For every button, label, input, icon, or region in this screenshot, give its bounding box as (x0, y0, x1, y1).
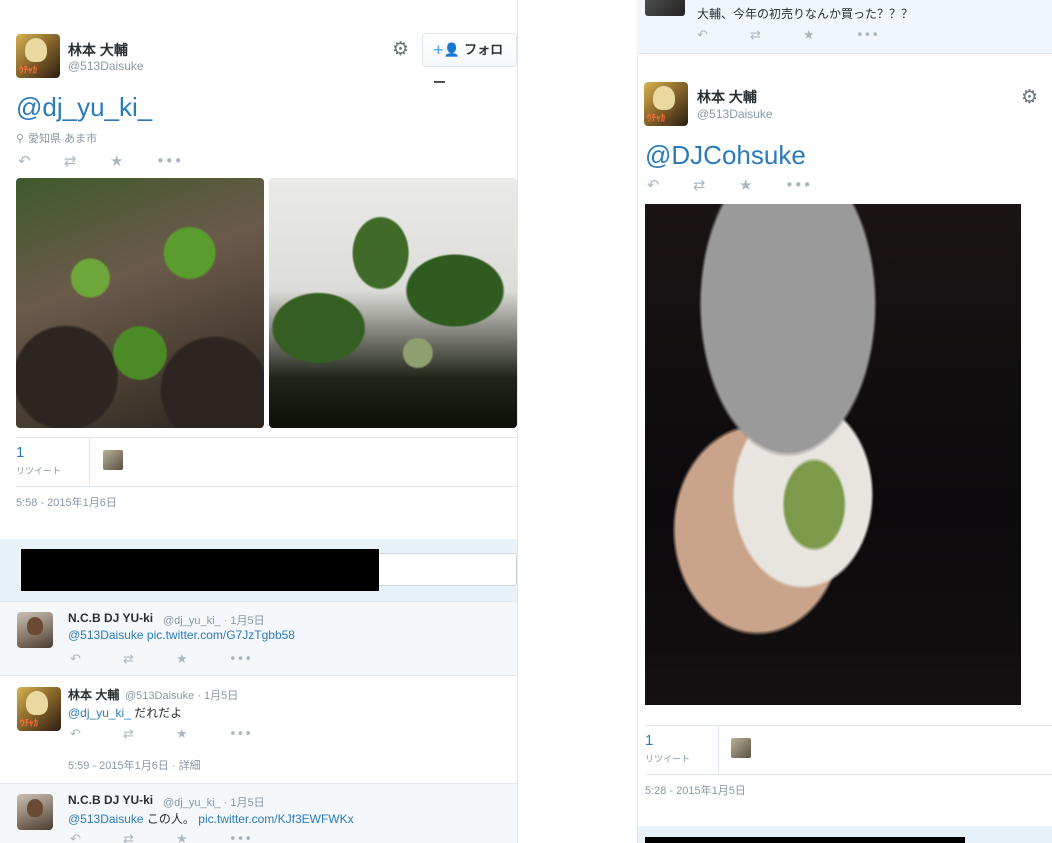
follow-button[interactable]: +👤 フォロー (422, 33, 517, 90)
reply-link[interactable]: pic.twitter.com/KJf3EWFWKx (198, 812, 353, 826)
more-icon[interactable]: ••• (856, 28, 909, 43)
avatar-logo: ｳﾁｬｶ (19, 66, 38, 76)
avatar-face (26, 691, 48, 715)
stat-divider (89, 438, 90, 486)
add-user-icon: +👤 (433, 43, 461, 58)
star-icon[interactable]: ★ (176, 727, 229, 742)
reply-item[interactable]: N.C.B DJ YU-ki @dj_yu_ki_ · 1月5日 @513Dai… (0, 601, 517, 675)
gear-icon[interactable]: ⚙ (1021, 86, 1038, 108)
reply-meta[interactable]: @513Daisuke · 1月5日 (125, 687, 238, 703)
reply-meta[interactable]: @dj_yu_ki_ · 1月5日 (163, 794, 265, 810)
reply-icon[interactable]: ↶ (697, 28, 750, 43)
redaction-block (21, 549, 379, 591)
reply-avatar[interactable]: ｳﾁｬｶ (17, 687, 61, 731)
tweet-actions: ↶ ⇄ ★ ••• (18, 152, 202, 170)
star-icon[interactable]: ★ (739, 176, 785, 194)
reply-icon[interactable]: ↶ (70, 652, 123, 667)
reply-actions: ↶ ⇄ ★ ••• (70, 727, 282, 742)
author-handle[interactable]: @513Daisuke (697, 107, 773, 121)
retweet-icon[interactable]: ⇄ (750, 28, 803, 43)
author-avatar[interactable]: ｳﾁｬｶ (644, 82, 688, 126)
star-icon[interactable]: ★ (110, 152, 156, 170)
reply-actions: ↶ ⇄ ★ ••• (70, 832, 282, 843)
tweet-location[interactable]: ⚲ 愛知県 あま市 (16, 130, 97, 146)
retweet-count[interactable]: 1 (16, 444, 24, 461)
reply-link[interactable]: pic.twitter.com/G7JzTgbb58 (147, 628, 295, 642)
star-icon[interactable]: ★ (803, 28, 856, 43)
gear-icon[interactable]: ⚙ (392, 38, 409, 60)
tweet-photo-2[interactable] (269, 178, 517, 428)
more-icon[interactable]: ••• (785, 176, 831, 194)
retweet-icon[interactable]: ⇄ (123, 727, 176, 742)
retweet-icon[interactable]: ⇄ (123, 832, 176, 843)
reply-mention[interactable]: @513Daisuke (68, 628, 144, 642)
reply-icon[interactable]: ↶ (647, 176, 693, 194)
retweet-label: リツイート (645, 754, 691, 764)
reply-item[interactable]: ｳﾁｬｶ 林本 大輔 @513Daisuke · 1月5日 @dj_yu_ki_… (0, 675, 517, 783)
reply-icon[interactable]: ↶ (18, 152, 64, 170)
previous-tweet-thumb[interactable] (645, 0, 685, 16)
reply-actions: ↶ ⇄ ★ ••• (70, 652, 282, 667)
avatar-face (25, 38, 47, 62)
retweet-count[interactable]: 1 (645, 732, 653, 749)
retweet-icon[interactable]: ⇄ (64, 152, 110, 170)
retweet-icon[interactable]: ⇄ (693, 176, 739, 194)
tweet-actions: ↶ ⇄ ★ ••• (647, 176, 831, 194)
reply-icon[interactable]: ↶ (70, 832, 123, 843)
location-label: 愛知県 あま市 (28, 133, 98, 145)
reply-icon[interactable]: ↶ (70, 727, 123, 742)
redaction-block (645, 837, 965, 843)
tweet-mention[interactable]: @dj_yu_ki_ (16, 92, 152, 123)
retweet-label: リツイート (16, 466, 62, 476)
pin-icon: ⚲ (16, 132, 25, 145)
previous-tweet-actions: ↶ ⇄ ★ ••• (697, 28, 909, 43)
tweet-timestamp[interactable]: 5:28 - 2015年1月5日 (645, 782, 746, 798)
tweet-stats: 1 リツイート (645, 725, 1052, 775)
reply-mention[interactable]: @dj_yu_ki_ (68, 706, 131, 720)
star-icon[interactable]: ★ (176, 832, 229, 843)
author-handle[interactable]: @513Daisuke (68, 59, 144, 73)
author-name[interactable]: 林本 大輔 (697, 87, 757, 107)
reply-name[interactable]: N.C.B DJ YU-ki (68, 611, 153, 625)
reply-meta[interactable]: @dj_yu_ki_ · 1月5日 (163, 612, 265, 628)
reply-text: @dj_yu_ki_ だれだよ (68, 704, 182, 721)
avatar-logo: ｳﾁｬｶ (20, 719, 39, 729)
retweeter-avatar[interactable] (731, 738, 751, 758)
right-tweet-panel: ｳﾁｬｶ 林本 大輔 @513Daisuke ⚙ @DJCohsuke ↶ ⇄ … (637, 0, 1052, 843)
reply-text: @513Daisuke この人。 pic.twitter.com/KJf3EWF… (68, 810, 354, 827)
avatar-face (27, 617, 43, 635)
author-name[interactable]: 林本 大輔 (68, 40, 128, 60)
tweet-photo[interactable] (645, 204, 1021, 705)
gutter (519, 0, 636, 843)
reply-body: この人。 (146, 812, 195, 826)
left-tweet-panel: ｳﾁｬｶ 林本 大輔 @513Daisuke ⚙ +👤 フォロー @dj_yu_k… (0, 0, 518, 843)
reply-name[interactable]: N.C.B DJ YU-ki (68, 793, 153, 807)
previous-tweet-text: 大輔、今年の初売りなんか買った？？？ (697, 7, 914, 21)
retweet-icon[interactable]: ⇄ (123, 652, 176, 667)
reply-text: @513Daisuke pic.twitter.com/G7JzTgbb58 (68, 628, 295, 642)
reply-name[interactable]: 林本 大輔 (68, 686, 119, 703)
tweet-mention[interactable]: @DJCohsuke (645, 140, 806, 171)
reply-item[interactable]: N.C.B DJ YU-ki @dj_yu_ki_ · 1月5日 @513Dai… (0, 783, 517, 843)
author-avatar[interactable]: ｳﾁｬｶ (16, 34, 60, 78)
more-icon[interactable]: ••• (229, 652, 282, 667)
retweeter-avatar[interactable] (103, 450, 123, 470)
star-icon[interactable]: ★ (176, 652, 229, 667)
tweet-photo-1[interactable] (16, 178, 264, 428)
more-icon[interactable]: ••• (229, 727, 282, 742)
more-icon[interactable]: ••• (229, 832, 282, 843)
reply-avatar[interactable] (17, 612, 53, 648)
more-icon[interactable]: ••• (156, 152, 202, 170)
tweet-stats: 1 リツイート (16, 437, 517, 487)
avatar-logo: ｳﾁｬｶ (647, 114, 666, 124)
reply-footer[interactable]: 5:59 - 2015年1月6日 · 詳細 (68, 757, 201, 773)
reply-body: だれだよ (134, 706, 183, 720)
avatar-face (27, 799, 43, 817)
previous-tweet-strip[interactable]: 大輔、今年の初売りなんか買った？？？ ↶ ⇄ ★ ••• (637, 0, 1052, 54)
tweet-timestamp[interactable]: 5:58 - 2015年1月6日 (16, 494, 117, 510)
reply-mention[interactable]: @513Daisuke (68, 812, 144, 826)
reply-avatar[interactable] (17, 794, 53, 830)
avatar-face (653, 86, 675, 110)
stat-divider (718, 726, 719, 774)
